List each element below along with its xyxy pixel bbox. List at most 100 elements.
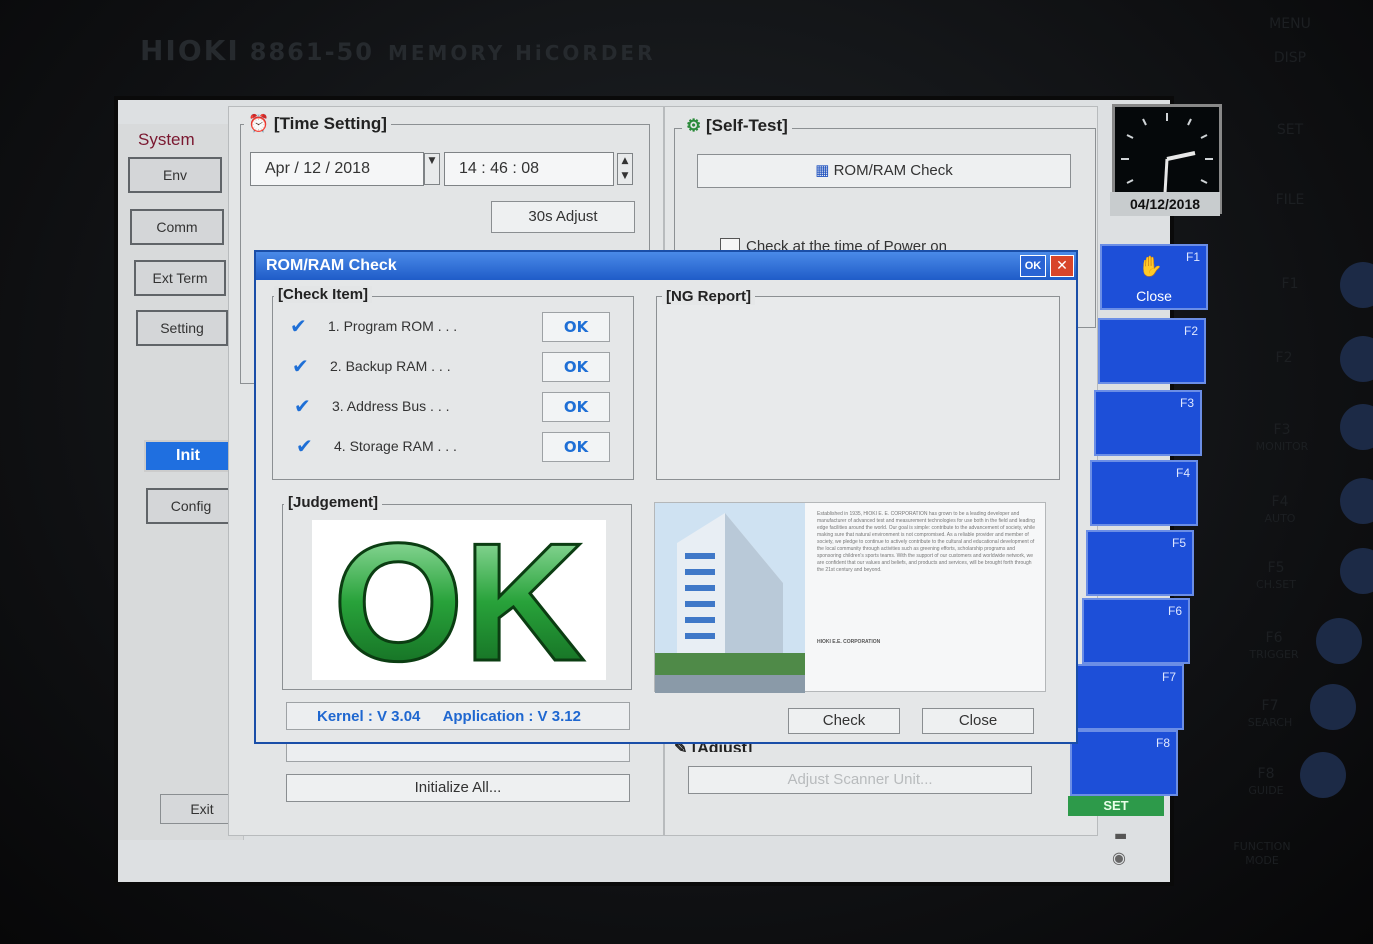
f1-close-key[interactable]: F1 ✋ Close	[1100, 244, 1208, 310]
panel-label: F5	[1267, 560, 1285, 576]
model-name: 8861-50	[249, 38, 374, 66]
close-hand-icon: ✋	[1138, 254, 1163, 278]
kernel-version: Kernel : V 3.04	[317, 708, 421, 725]
f8-key[interactable]: F8	[1070, 730, 1178, 796]
set-indicator: SET	[1068, 796, 1164, 816]
f6-hard-key[interactable]	[1316, 618, 1362, 664]
panel-label: MENU	[1269, 16, 1311, 32]
check-item-label: 3. Address Bus . . .	[332, 398, 450, 414]
date-field[interactable]: Apr / 12 / 2018	[250, 152, 424, 186]
front-panel-labels: MENU DISP SET FILE F1 F2 F3 MONITOR F4 A…	[1230, 0, 1370, 944]
power-on-check-label: Check at the time of Power on	[746, 238, 947, 250]
f1-label: F1	[1185, 250, 1200, 264]
application-version: Application : V 3.12	[442, 708, 581, 725]
disk-icon: ◉	[1112, 848, 1126, 867]
close-button[interactable]: Close	[922, 708, 1034, 734]
brand-name: HIOKI	[140, 34, 240, 67]
f5-label: F5	[1171, 536, 1186, 550]
ext-term-button[interactable]: Ext Term	[134, 260, 226, 296]
company-signature: HIOKI E.E. CORPORATION	[817, 639, 881, 645]
f6-key[interactable]: F6	[1082, 598, 1190, 664]
building-photo-icon	[655, 503, 805, 693]
time-spinner-icon[interactable]: ▲ ▼	[617, 153, 633, 185]
wrench-icon: ⚙	[686, 116, 702, 135]
f4-key[interactable]: F4	[1090, 460, 1198, 526]
system-title: System	[138, 130, 195, 149]
ng-report-title: [NG Report]	[662, 288, 755, 305]
panel-label: CH.SET	[1256, 578, 1296, 591]
device-brand: HIOKI 8861-50 MEMORY HiCORDER	[140, 34, 656, 67]
adjust-scanner-button[interactable]: Adjust Scanner Unit...	[688, 766, 1032, 794]
check-item-result: OK	[542, 392, 610, 422]
time-setting-title-text: [Time Setting]	[273, 114, 387, 133]
f3-label: F3	[1179, 396, 1194, 410]
initialize-all-button[interactable]: Initialize All...	[286, 774, 630, 802]
comm-button[interactable]: Comm	[130, 209, 224, 245]
f5-key[interactable]: F5	[1086, 530, 1194, 596]
checkmark-icon: ✔	[294, 394, 311, 418]
check-item-result: OK	[542, 352, 610, 382]
check-button[interactable]: Check	[788, 708, 900, 734]
product-name: MEMORY HiCORDER	[387, 41, 656, 65]
f8-hard-key[interactable]	[1300, 752, 1346, 798]
check-item-label: 2. Backup RAM . . .	[330, 358, 451, 374]
time-setting-title: ⏰ [Time Setting]	[244, 114, 391, 134]
check-item-result: OK	[542, 312, 610, 342]
clock-date: 04/12/2018	[1110, 192, 1220, 216]
panel-label: F3	[1273, 422, 1291, 438]
check-item-row: ✔ 3. Address Bus . . . OK	[294, 390, 634, 424]
f7-key[interactable]: F7	[1076, 664, 1184, 730]
rom-ram-check-label: ROM/RAM Check	[833, 162, 953, 179]
self-test-title: ⚙ [Self-Test]	[682, 116, 792, 136]
check-item-label: 4. Storage RAM . . .	[334, 438, 457, 454]
check-item-label: 1. Program ROM . . .	[328, 318, 458, 334]
company-description: Established in 1935, HIOKI E. E. CORPORA…	[817, 511, 1036, 573]
clock-icon: ⏰	[248, 114, 270, 133]
chip-icon: ▦	[815, 162, 830, 179]
panel-label: F1	[1281, 276, 1299, 292]
ng-report-box	[656, 296, 1060, 480]
f3-key[interactable]: F3	[1094, 390, 1202, 456]
panel-label: TRIGGER	[1249, 648, 1299, 661]
f4-label: F4	[1175, 466, 1190, 480]
config-button[interactable]: Config	[146, 488, 236, 524]
judgement-ok-text: OK	[333, 520, 585, 680]
dialog-title: ROM/RAM Check	[256, 252, 1076, 280]
date-dropdown-icon[interactable]: ▼	[424, 153, 440, 185]
panel-label: MONITOR	[1255, 440, 1309, 453]
check-item-row: ✔ 4. Storage RAM . . . OK	[296, 430, 636, 464]
panel-label: MODE	[1245, 854, 1279, 867]
env-button[interactable]: Env	[128, 157, 222, 193]
checkmark-icon: ✔	[292, 354, 309, 378]
setting-button[interactable]: Setting	[136, 310, 228, 346]
judgement-result: OK	[312, 507, 606, 698]
version-info: Kernel : V 3.04 Application : V 3.12	[286, 702, 630, 730]
checkmark-icon: ✔	[296, 434, 313, 458]
time-field[interactable]: 14 : 46 : 08	[444, 152, 614, 186]
check-item-result: OK	[542, 432, 610, 462]
check-item-title: [Check Item]	[274, 286, 373, 303]
judgement-ok-graphic: OK	[312, 507, 606, 698]
rom-ram-check-button[interactable]: ▦ ROM/RAM Check	[697, 154, 1071, 188]
dialog-ok-button[interactable]: OK	[1020, 255, 1046, 277]
f8-label: F8	[1155, 736, 1170, 750]
f2-label: F2	[1183, 324, 1198, 338]
panel-label: SET	[1276, 122, 1304, 138]
dialog-close-icon[interactable]: ✕	[1050, 255, 1074, 277]
f2-key[interactable]: F2	[1098, 318, 1206, 384]
panel-label: FUNCTION	[1233, 840, 1291, 853]
panel-label: F2	[1275, 350, 1293, 366]
panel-label: F4	[1271, 494, 1289, 510]
self-test-title-text: [Self-Test]	[705, 116, 788, 135]
init-button[interactable]: Init	[144, 440, 232, 472]
checkmark-icon: ✔	[290, 314, 307, 338]
f6-label: F6	[1167, 604, 1182, 618]
f7-hard-key[interactable]	[1310, 684, 1356, 730]
company-info-panel: Established in 1935, HIOKI E. E. CORPORA…	[654, 502, 1046, 693]
f1-close-text: Close	[1136, 288, 1172, 304]
panel-label: AUTO	[1264, 512, 1296, 525]
30s-adjust-button[interactable]: 30s Adjust	[491, 201, 635, 233]
check-item-row: ✔ 1. Program ROM . . . OK	[290, 310, 630, 344]
storage-icon: ▬	[1114, 828, 1128, 844]
f7-label: F7	[1161, 670, 1176, 684]
